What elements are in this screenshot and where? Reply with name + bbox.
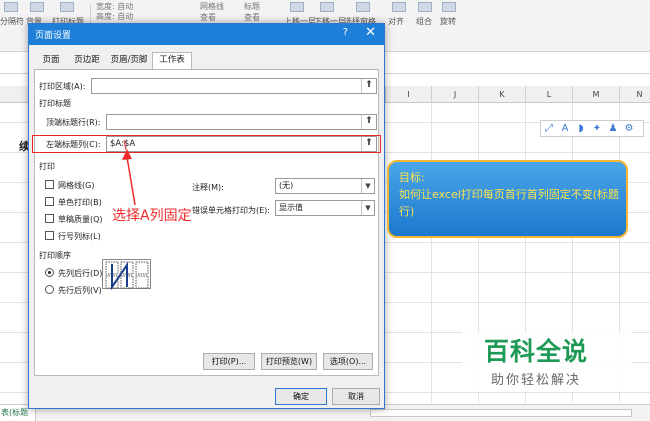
page-order-graphic (105, 261, 149, 291)
help-button[interactable]: ? (343, 27, 348, 38)
ribbon-group[interactable]: 组合 (416, 16, 432, 27)
ribbon-breaks[interactable]: 分隔符 (0, 16, 24, 27)
print-button[interactable]: 打印(P)... (203, 353, 255, 370)
headings-checkbox[interactable] (45, 231, 54, 240)
draft-label[interactable]: 草稿质量(Q) (58, 214, 103, 225)
tab-page[interactable]: 页面 (34, 53, 68, 69)
print-area-label: 打印区域(A): (39, 82, 86, 91)
errors-label: 错误单元格打印为(E): (192, 206, 270, 215)
errors-select[interactable]: 显示值 ▼ (275, 200, 375, 216)
options-button[interactable]: 选项(O)... (323, 353, 373, 370)
tab-sheet[interactable]: 工作表 (152, 52, 192, 69)
goal-body: 如何让excel打印每页首行首列固定不变(标题行) (399, 188, 620, 218)
chevron-down-icon[interactable]: ▼ (361, 179, 374, 193)
collapse-up-icon[interactable]: ⇑ (361, 79, 376, 93)
ok-button[interactable]: 确定 (275, 388, 327, 405)
print-section: 打印 (39, 162, 55, 171)
text-icon[interactable]: A (557, 121, 573, 136)
rows-repeat-label: 顶端标题行(R): (46, 118, 101, 127)
watermark: 百科全说 助你轻松解决 (462, 332, 632, 392)
collapse-up-icon[interactable]: ⇑ (361, 115, 376, 129)
bw-checkbox[interactable] (45, 197, 54, 206)
order-section: 打印顺序 (39, 251, 71, 260)
breaks-icon[interactable] (4, 2, 18, 12)
ribbon-gridlines: 网格线 (200, 2, 224, 11)
rotate-icon[interactable] (442, 2, 456, 12)
bw-label[interactable]: 单色打印(B) (58, 197, 102, 208)
ribbon-view-gridlines[interactable]: 查看 (200, 12, 216, 23)
draft-checkbox[interactable] (45, 214, 54, 223)
column-n[interactable]: N (619, 86, 650, 103)
selection-pane-icon[interactable] (356, 2, 370, 12)
dialog-title: 页面设置 (35, 31, 72, 41)
watermark-main: 百科全说 (484, 337, 589, 366)
moon-icon[interactable]: ◗ (573, 121, 589, 136)
goal-callout: 目标: 如何让excel打印每页首行首列固定不变(标题行) (387, 160, 628, 238)
dialog-title-bar[interactable]: 页面设置 ? ✕ (29, 24, 384, 45)
align-icon[interactable] (392, 2, 406, 12)
watermark-sub: 助你轻松解决 (491, 373, 582, 388)
cancel-button[interactable]: 取消 (332, 388, 380, 405)
cols-repeat-highlight (32, 135, 381, 153)
background-icon[interactable] (30, 2, 44, 12)
column-line (431, 103, 432, 403)
ribbon-align[interactable]: 对齐 (388, 16, 404, 27)
print-titles-section: 打印标题 (39, 99, 71, 108)
ribbon-rotate[interactable]: 旋转 (440, 16, 456, 27)
close-button[interactable]: ✕ (365, 25, 376, 40)
column-k[interactable]: K (478, 86, 525, 103)
print-area-field[interactable] (91, 78, 377, 94)
person-icon[interactable]: ♟ (605, 121, 621, 136)
print-preview-button[interactable]: 打印预览(W) (261, 353, 317, 370)
bring-forward-icon[interactable] (290, 2, 304, 12)
ribbon-view-headings[interactable]: 查看 (244, 12, 260, 23)
errors-value: 显示值 (279, 203, 303, 212)
down-then-over-label[interactable]: 先列后行(D) (58, 268, 102, 279)
rows-repeat-field[interactable] (106, 114, 377, 130)
print-titles-icon[interactable] (60, 2, 74, 12)
column-i[interactable]: I (385, 86, 431, 103)
column-j[interactable]: J (431, 86, 478, 103)
sheet-tab-panel: 打印区域(A): ⇑ 打印标题 顶端标题行(R): ⇑ 左端标题列(C): $A… (34, 69, 379, 376)
chevron-down-icon[interactable]: ▼ (361, 201, 374, 215)
tab-margins[interactable]: 页边距 (68, 53, 106, 69)
headings-label[interactable]: 行号列标(L) (58, 231, 101, 242)
group-icon[interactable] (418, 2, 432, 12)
horizontal-scrollbar[interactable] (370, 409, 632, 417)
down-then-over-radio[interactable] (45, 268, 54, 277)
floating-toolbar: ⤢ A ◗ ✦ ♟ ⚙ (540, 120, 644, 137)
page-setup-dialog: 页面设置 ? ✕ 页面 页边距 页眉/页脚 工作表 打印区域(A): ⇑ 打印标… (28, 23, 385, 409)
page-order-icon (102, 259, 151, 291)
tab-header-footer[interactable]: 页眉/页脚 (106, 53, 152, 69)
sparkle-icon[interactable]: ✦ (589, 121, 605, 136)
resize-icon[interactable]: ⤢ (541, 121, 557, 136)
comments-label: 注释(M): (192, 183, 224, 192)
comments-select[interactable]: (无) ▼ (275, 178, 375, 194)
gear-icon[interactable]: ⚙ (621, 121, 637, 136)
gridlines-label[interactable]: 网格线(G) (58, 180, 94, 191)
gridlines-checkbox[interactable] (45, 180, 54, 189)
send-backward-icon[interactable] (320, 2, 334, 12)
ribbon-headings: 标题 (244, 2, 260, 11)
goal-title: 目标: (399, 171, 425, 184)
annotation-text: 选择A列固定 (112, 208, 192, 224)
over-then-down-label[interactable]: 先行后列(V) (58, 285, 102, 296)
ribbon-height[interactable]: 高度: 自动 (96, 11, 133, 22)
column-l[interactable]: L (525, 86, 572, 103)
over-then-down-radio[interactable] (45, 285, 54, 294)
comments-value: (无) (279, 181, 294, 190)
column-m[interactable]: M (572, 86, 619, 103)
